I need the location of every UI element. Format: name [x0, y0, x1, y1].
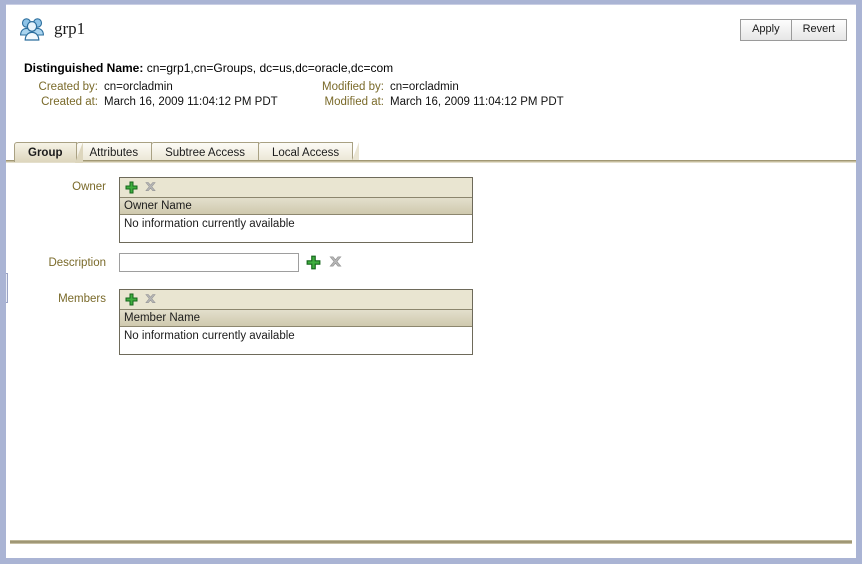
- owner-empty-message: No information currently available: [120, 215, 472, 242]
- distinguished-name-line: Distinguished Name: cn=grp1,cn=Groups, d…: [24, 61, 844, 75]
- modified-by-label: Modified by:: [321, 81, 384, 93]
- bottom-divider: [10, 540, 852, 544]
- tab-group-label: Group: [28, 146, 63, 159]
- tab-subtree-access-label: Subtree Access: [165, 146, 245, 159]
- members-empty-message: No information currently available: [120, 327, 472, 354]
- description-label: Description: [48, 257, 106, 269]
- apply-button[interactable]: Apply: [740, 19, 792, 41]
- delete-icon: [144, 293, 157, 306]
- modified-by-value: cn=orcladmin: [390, 81, 459, 93]
- audit-info-grid: Created by: cn=orcladmin Modified by: cn…: [24, 81, 844, 108]
- description-actions: [306, 255, 343, 270]
- group-form: Owner Owner Name No information currentl…: [6, 177, 856, 365]
- owner-label: Owner: [72, 181, 106, 193]
- tab-local-access[interactable]: Local Access: [257, 142, 360, 163]
- created-at-label: Created at:: [41, 96, 98, 108]
- description-section: Description: [6, 253, 856, 277]
- created-by-value: cn=orcladmin: [104, 81, 173, 93]
- window-inner: grp1 Apply Revert Distinguished Name: cn…: [6, 4, 856, 558]
- members-table-panel: Member Name No information currently ava…: [119, 289, 473, 355]
- tab-strip-divider: [6, 160, 856, 163]
- created-by-label: Created by:: [38, 81, 98, 93]
- distinguished-name-value: cn=grp1,cn=Groups, dc=us,dc=oracle,dc=co…: [146, 61, 394, 75]
- members-label: Members: [58, 293, 106, 305]
- revert-button[interactable]: Revert: [791, 19, 847, 41]
- page-title-group: grp1: [18, 15, 85, 43]
- distinguished-name-label: Distinguished Name:: [24, 61, 144, 75]
- add-icon[interactable]: [125, 293, 138, 306]
- tab-subtree-access[interactable]: Subtree Access: [151, 142, 265, 163]
- delete-icon: [144, 181, 157, 194]
- group-icon: [18, 15, 46, 43]
- description-input[interactable]: [119, 253, 299, 272]
- members-column-header: Member Name: [120, 310, 472, 327]
- modified-at-value: March 16, 2009 11:04:12 PM PDT: [390, 96, 564, 108]
- tab-edge: [74, 142, 83, 163]
- page-title: grp1: [54, 19, 86, 38]
- delete-icon: [328, 255, 343, 270]
- modified-at-label: Modified at:: [324, 96, 384, 108]
- tab-attributes[interactable]: Attributes: [75, 142, 159, 163]
- members-section: Members Member Name No information curre…: [6, 289, 856, 355]
- owner-section: Owner Owner Name No information currentl…: [6, 177, 856, 243]
- owner-table-panel: Owner Name No information currently avai…: [119, 177, 473, 243]
- owner-toolbar: [120, 178, 472, 198]
- members-toolbar: [120, 290, 472, 310]
- created-at-value: March 16, 2009 11:04:12 PM PDT: [104, 96, 278, 108]
- tab-group[interactable]: Group: [14, 142, 83, 163]
- add-icon[interactable]: [306, 255, 321, 270]
- tab-local-access-label: Local Access: [271, 146, 340, 159]
- add-icon[interactable]: [125, 181, 138, 194]
- application-window: grp1 Apply Revert Distinguished Name: cn…: [0, 0, 862, 564]
- metadata-block: Distinguished Name: cn=grp1,cn=Groups, d…: [24, 61, 844, 108]
- owner-column-header: Owner Name: [120, 198, 472, 215]
- header-actions: Apply Revert: [740, 19, 847, 41]
- header-bar: grp1 Apply Revert: [6, 5, 856, 53]
- tab-attributes-label: Attributes: [89, 146, 139, 159]
- tab-strip: Group Attributes Subtree Access Local Ac…: [14, 141, 856, 163]
